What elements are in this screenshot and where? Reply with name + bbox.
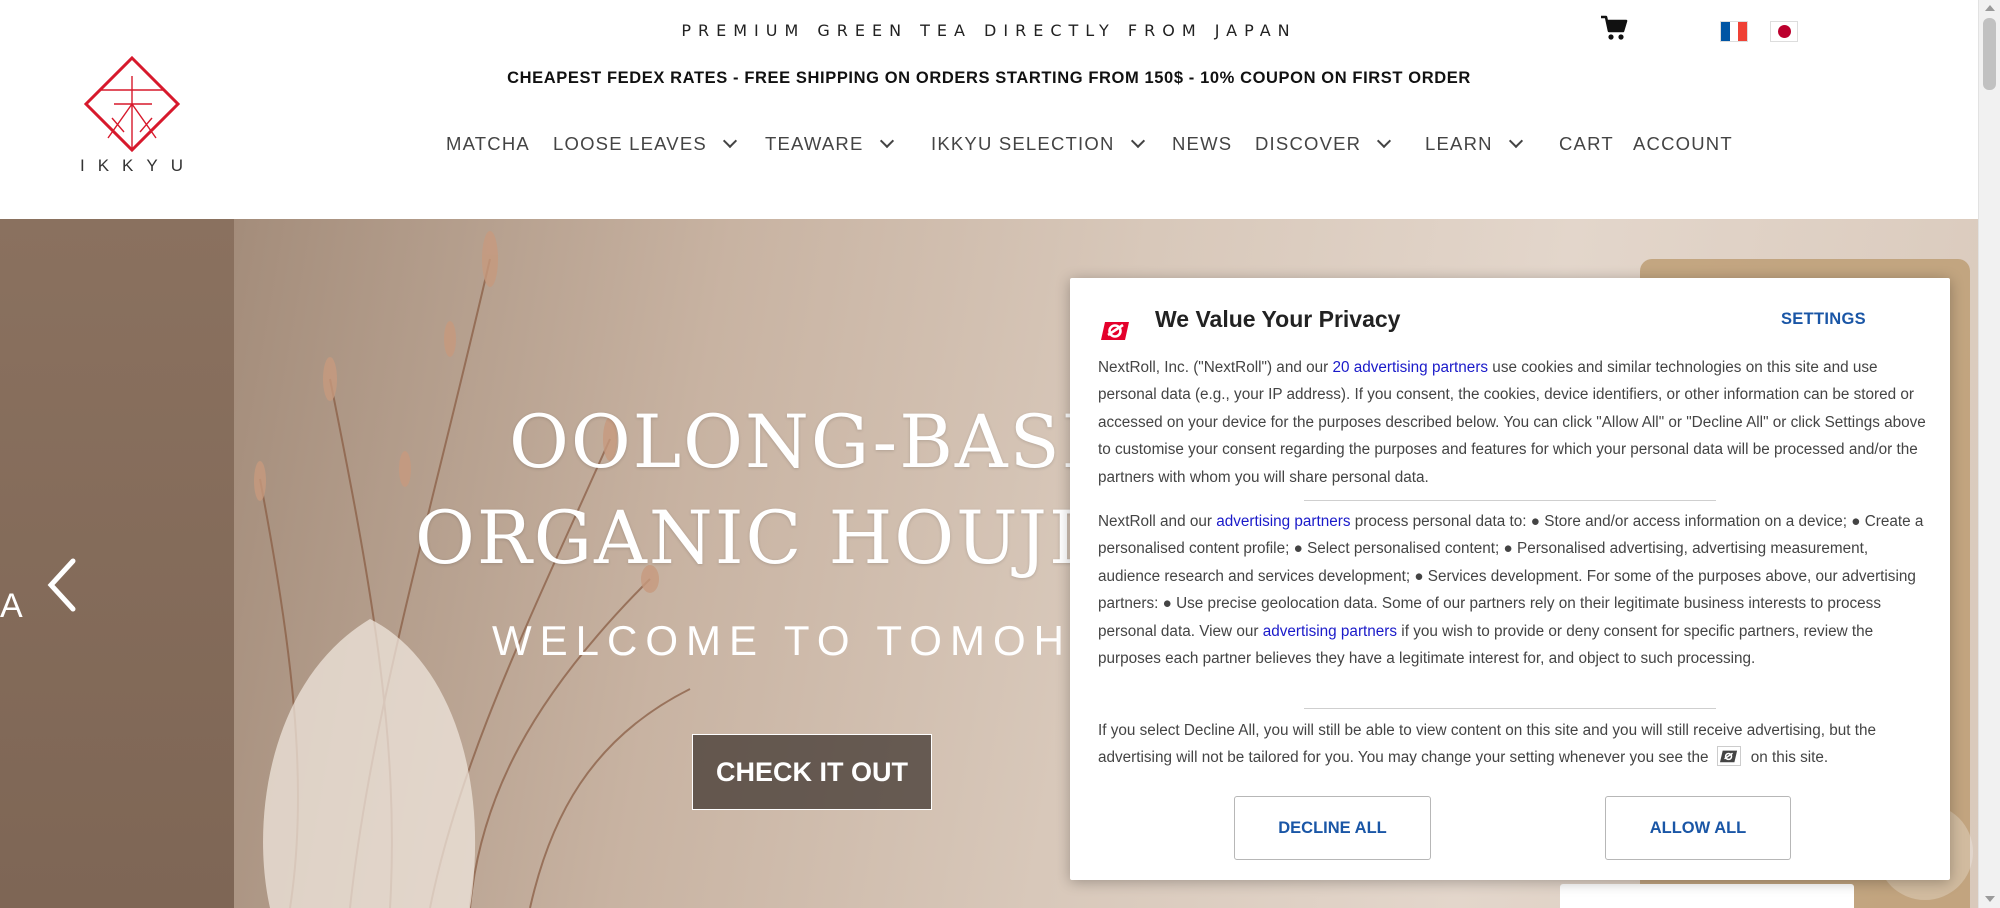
nav-learn[interactable]: LEARN (1425, 133, 1523, 155)
nav-loose-leaves[interactable]: LOOSE LEAVES (553, 133, 737, 155)
nav-label: LEARN (1425, 133, 1493, 154)
nav-label: TEAWARE (765, 133, 864, 154)
nav-label: DISCOVER (1255, 133, 1362, 154)
chevron-left-icon[interactable] (43, 557, 85, 613)
privacy-paragraph-2: NextRoll and our advertising partners pr… (1098, 508, 1928, 672)
allow-all-button[interactable]: ALLOW ALL (1605, 796, 1791, 860)
nav-discover[interactable]: DISCOVER (1255, 133, 1392, 155)
french-flag-icon[interactable] (1720, 21, 1748, 42)
chevron-down-icon (879, 133, 894, 149)
divider (1304, 500, 1716, 501)
paragraph-text: use cookies and similar technologies on … (1098, 359, 1926, 486)
check-it-out-button[interactable]: CHECK IT OUT (692, 734, 932, 810)
nextroll-small-icon (1716, 746, 1741, 767)
paragraph-text: NextRoll and our (1098, 513, 1217, 530)
page-scrollbar[interactable] (1978, 0, 2000, 908)
advertising-partners-count-link[interactable]: 20 advertising partners (1332, 359, 1488, 376)
previous-slide-peek-text: A (0, 587, 23, 625)
divider (1304, 708, 1716, 709)
settings-link[interactable]: SETTINGS (1781, 310, 1866, 329)
logo-wordmark[interactable]: IKKYU (72, 156, 192, 176)
scrollbar-thumb[interactable] (1983, 18, 1996, 90)
site-header: PREMIUM GREEN TEA DIRECTLY FROM JAPAN CH… (0, 0, 1978, 219)
nextroll-logo-icon (1101, 322, 1129, 340)
nav-account[interactable]: ACCOUNT (1633, 133, 1733, 155)
decline-all-button[interactable]: DECLINE ALL (1234, 796, 1431, 860)
chevron-down-icon (1377, 133, 1392, 149)
nav-ikkyu-selection[interactable]: IKKYU SELECTION (931, 133, 1145, 155)
chevron-down-icon (722, 133, 737, 149)
paragraph-text: on this site. (1750, 749, 1829, 767)
privacy-paragraph-1: NextRoll, Inc. ("NextRoll") and our 20 a… (1098, 354, 1928, 491)
scroll-down-arrow-icon[interactable] (1985, 896, 1995, 902)
privacy-paragraph-3: If you select Decline All, you will stil… (1098, 717, 1928, 772)
header-tagline: PREMIUM GREEN TEA DIRECTLY FROM JAPAN (681, 21, 1297, 40)
nav-label: IKKYU SELECTION (931, 133, 1115, 154)
privacy-title: We Value Your Privacy (1155, 306, 1401, 332)
advertising-partners-link-2[interactable]: advertising partners (1263, 623, 1397, 640)
shipping-promo-banner: CHEAPEST FEDEX RATES - FREE SHIPPING ON … (507, 69, 1471, 87)
chevron-down-icon (1508, 133, 1523, 149)
hero-bottom-widget (1560, 884, 1854, 908)
chevron-down-icon (1130, 133, 1145, 149)
japanese-flag-icon[interactable] (1770, 21, 1798, 42)
nav-cart[interactable]: CART (1559, 133, 1614, 155)
nav-news[interactable]: NEWS (1172, 133, 1232, 155)
nav-label: MATCHA (446, 133, 530, 154)
nav-teaware[interactable]: TEAWARE (765, 133, 894, 155)
nav-label: LOOSE LEAVES (553, 133, 707, 154)
nav-matcha[interactable]: MATCHA (446, 133, 530, 155)
paragraph-text: process personal data to: ● Store and/or… (1098, 513, 1924, 640)
advertising-partners-link[interactable]: advertising partners (1216, 513, 1350, 530)
hero-left-panel (0, 219, 234, 908)
main-navigation: MATCHA LOOSE LEAVES TEAWARE IKKYU SELECT… (0, 133, 1978, 157)
nav-label: CART (1559, 133, 1614, 154)
shopping-cart-icon[interactable] (1600, 15, 1628, 41)
nav-label: NEWS (1172, 133, 1233, 154)
scroll-up-arrow-icon[interactable] (1985, 5, 1995, 11)
paragraph-text: NextRoll, Inc. ("NextRoll") and our (1098, 359, 1333, 376)
nav-label: ACCOUNT (1633, 133, 1733, 154)
page: PREMIUM GREEN TEA DIRECTLY FROM JAPAN CH… (0, 0, 1978, 908)
privacy-consent-dialog: We Value Your Privacy SETTINGS NextRoll,… (1070, 278, 1950, 880)
